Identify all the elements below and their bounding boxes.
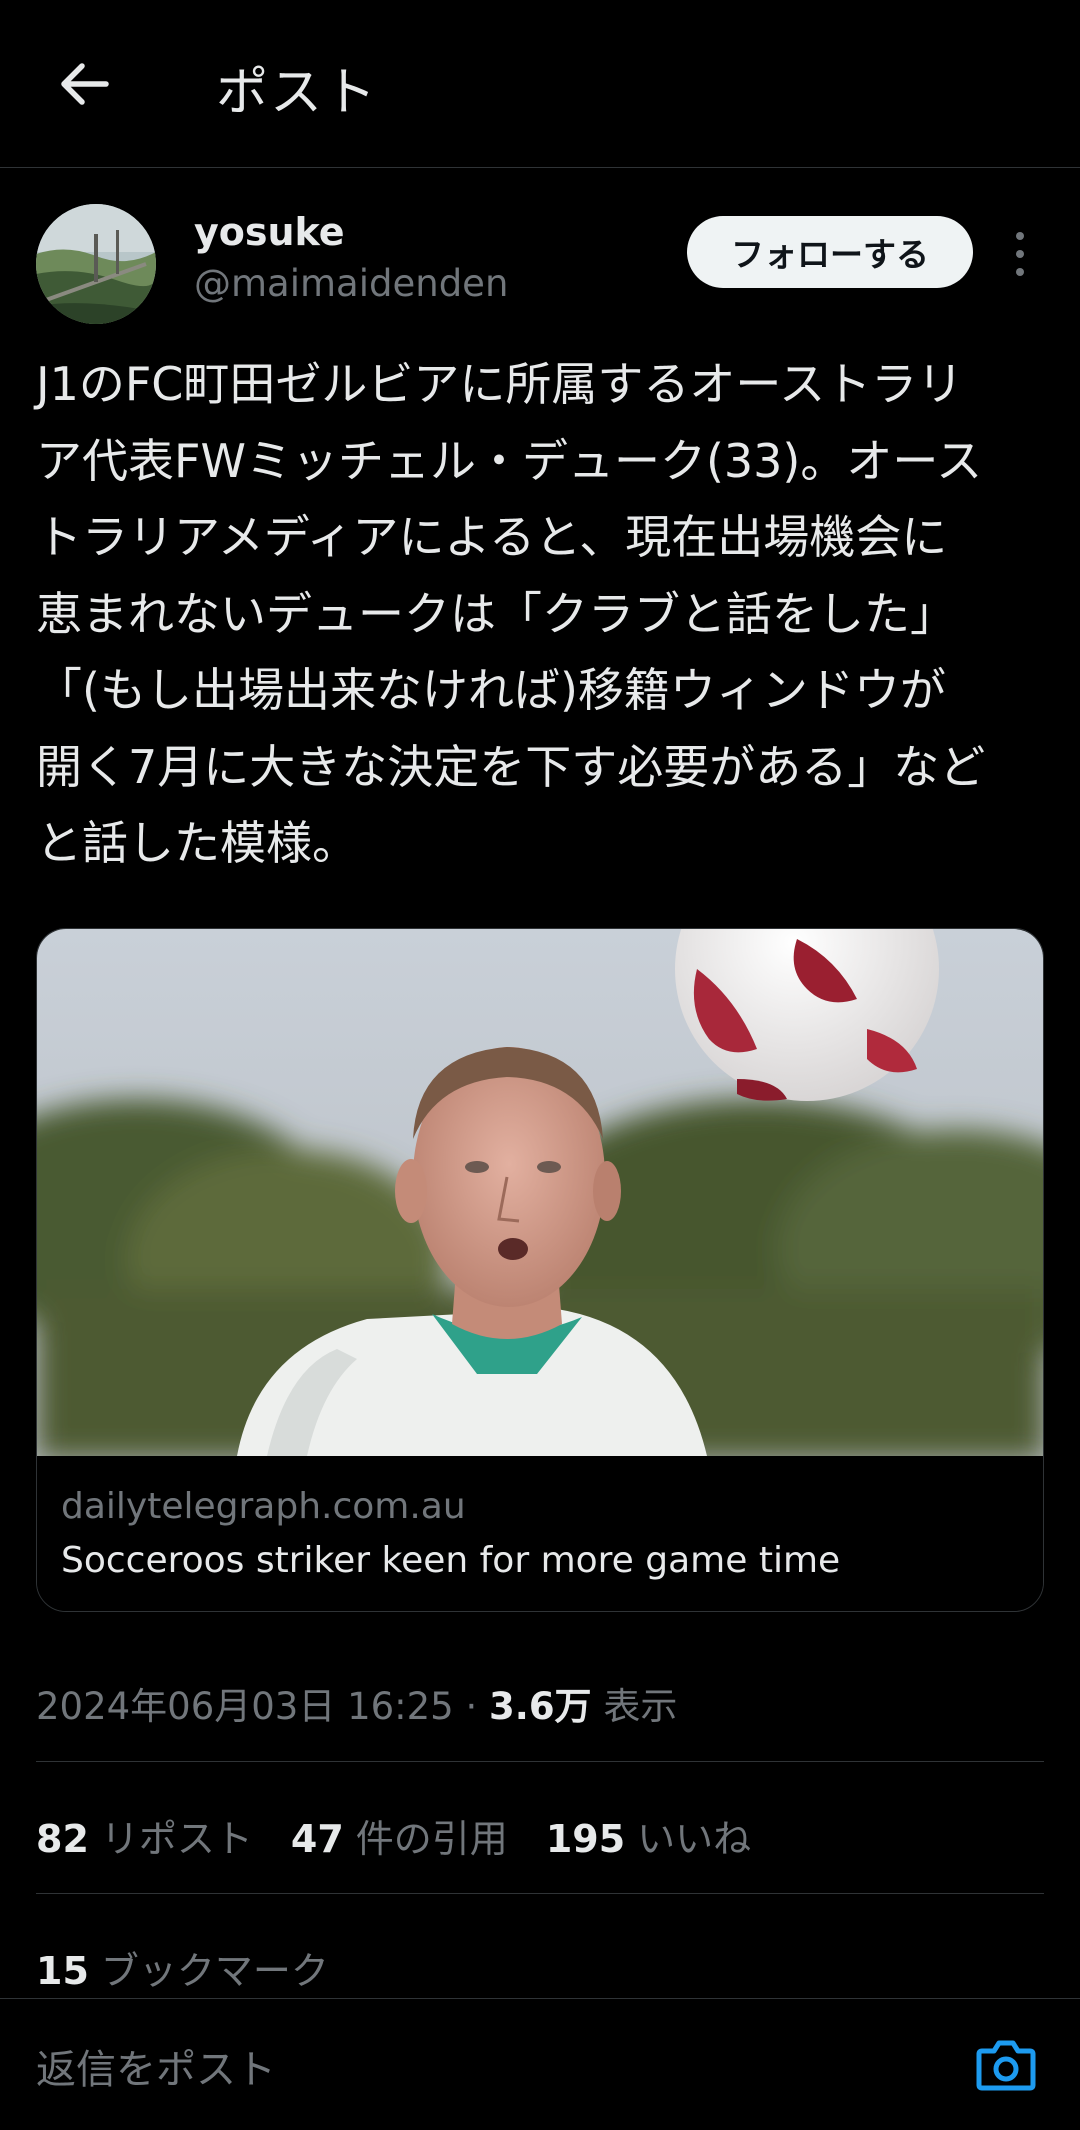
link-card-domain: dailytelegraph.com.au (61, 1486, 466, 1527)
divider (36, 1893, 1044, 1894)
views-count[interactable]: 3.6万 (489, 1685, 592, 1728)
reply-input[interactable]: 返信をポスト (36, 2037, 276, 2095)
link-card-meta: dailytelegraph.com.au Socceroos striker … (37, 1456, 1043, 1611)
quotes-stat[interactable]: 47 件の引用 (291, 1808, 508, 1863)
likes-stat[interactable]: 195 いいね (546, 1808, 751, 1863)
page-title: ポスト (216, 63, 379, 123)
reposts-label: リポスト (100, 1817, 253, 1861)
back-arrow-icon[interactable] (52, 52, 116, 116)
more-options-icon[interactable] (1000, 226, 1040, 282)
author-name[interactable]: yosuke (194, 210, 345, 254)
follow-button[interactable]: フォローする (687, 216, 973, 288)
reposts-stat[interactable]: 82 リポスト (36, 1808, 253, 1863)
meta-separator: · (453, 1685, 490, 1728)
likes-count: 195 (545, 1817, 626, 1861)
bookmarks-count: 15 (36, 1949, 89, 1993)
link-card-image[interactable] (37, 929, 1043, 1459)
views-label: 表示 (591, 1685, 678, 1728)
quotes-label: 件の引用 (355, 1817, 508, 1861)
author-handle[interactable]: @maimaidenden (194, 262, 508, 305)
quotes-count: 47 (290, 1817, 344, 1861)
reposts-count: 82 (36, 1817, 89, 1861)
post-body: J1のFC町田ゼルビアに所属するオーストラリ ア代表FWミッチェル・デューク(3… (36, 357, 986, 870)
link-card-title: Socceroos striker keen for more game tim… (61, 1540, 841, 1581)
bookmarks-stat[interactable]: 15 ブックマーク (36, 1940, 329, 1995)
bookmarks-label: ブックマーク (100, 1949, 329, 1993)
avatar[interactable] (36, 204, 156, 324)
engagement-stats: 82 リポスト 47 件の引用 195 いいね (36, 1808, 789, 1863)
likes-label: いいね (637, 1817, 752, 1861)
top-bar: ポスト (0, 0, 1080, 168)
divider (36, 1761, 1044, 1762)
post-timestamp-row: 2024年06月03日 16:25 · 3.6万 表示 (36, 1676, 677, 1730)
camera-icon[interactable] (976, 2037, 1036, 2093)
post-date[interactable]: 2024年06月03日 16:25 (36, 1685, 454, 1728)
link-card[interactable]: dailytelegraph.com.au Socceroos striker … (36, 928, 1044, 1612)
reply-bar: 返信をポスト (0, 1998, 1080, 2130)
